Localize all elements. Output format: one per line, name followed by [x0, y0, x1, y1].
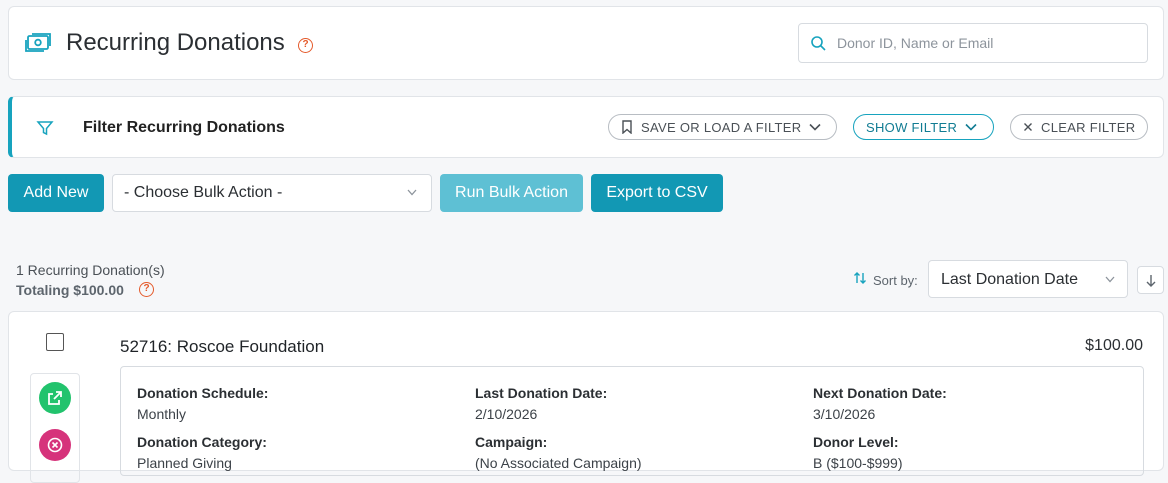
- help-icon[interactable]: ?: [298, 38, 313, 53]
- close-circle-icon: [47, 437, 63, 453]
- field-label: Donor Level:: [813, 434, 899, 450]
- clear-filter-label: CLEAR FILTER: [1041, 119, 1136, 135]
- clear-filter-button[interactable]: CLEAR FILTER: [1010, 114, 1148, 140]
- save-load-filter-button[interactable]: SAVE OR LOAD A FILTER: [608, 114, 837, 140]
- money-icon: [24, 32, 52, 54]
- field-value: Monthly: [137, 406, 187, 422]
- add-new-button[interactable]: Add New: [8, 174, 104, 212]
- cancel-donation-button[interactable]: [39, 429, 71, 461]
- chevron-down-icon: [1105, 276, 1115, 283]
- bulk-action-select[interactable]: - Choose Bulk Action -: [112, 174, 432, 212]
- help-icon[interactable]: ?: [139, 282, 154, 297]
- chevron-down-icon: [965, 123, 977, 131]
- export-csv-button[interactable]: Export to CSV: [591, 174, 723, 212]
- field-value: 3/10/2026: [813, 406, 876, 422]
- bulk-action-selected: - Choose Bulk Action -: [124, 184, 283, 201]
- save-load-filter-label: SAVE OR LOAD A FILTER: [641, 119, 802, 135]
- donation-count: 1 Recurring Donation(s): [16, 262, 165, 278]
- filter-title: Filter Recurring Donations: [83, 119, 285, 136]
- field-label: Last Donation Date:: [475, 385, 608, 401]
- sort-icon: [853, 271, 867, 290]
- search-box[interactable]: [798, 23, 1148, 63]
- field-label: Donation Category:: [137, 434, 267, 450]
- run-bulk-action-button[interactable]: Run Bulk Action: [440, 174, 583, 212]
- close-icon: [1024, 123, 1032, 131]
- external-link-icon: [48, 391, 62, 405]
- sort-selected: Last Donation Date: [941, 271, 1078, 288]
- bookmark-icon: [622, 120, 632, 134]
- filter-bar: Filter Recurring Donations SAVE OR LOAD …: [8, 96, 1164, 158]
- show-filter-button[interactable]: SHOW FILTER: [853, 114, 994, 140]
- field-value: (No Associated Campaign): [475, 455, 642, 471]
- search-icon: [810, 35, 827, 52]
- page-title: Recurring Donations: [66, 29, 285, 56]
- show-filter-label: SHOW FILTER: [866, 119, 958, 135]
- donation-name[interactable]: 52716: Roscoe Foundation: [120, 337, 324, 357]
- arrow-down-icon: [1146, 275, 1156, 287]
- chevron-down-icon: [407, 189, 417, 196]
- donation-amount: $100.00: [1085, 337, 1143, 354]
- filter-icon[interactable]: [36, 119, 54, 137]
- field-label: Campaign:: [475, 434, 548, 450]
- field-label: Next Donation Date:: [813, 385, 947, 401]
- page-header: Recurring Donations ?: [8, 6, 1164, 80]
- select-checkbox[interactable]: [46, 333, 64, 351]
- field-label: Donation Schedule:: [137, 385, 269, 401]
- field-value: B ($100-$999): [813, 455, 903, 471]
- field-value: 2/10/2026: [475, 406, 538, 422]
- sort-direction-button[interactable]: [1137, 266, 1164, 294]
- donation-card: 52716: Roscoe Foundation $100.00 Donatio…: [8, 311, 1164, 483]
- field-value: Planned Giving: [137, 455, 232, 471]
- donation-total: Totaling $100.00: [16, 282, 124, 298]
- search-input[interactable]: [835, 32, 1135, 54]
- sort-select[interactable]: Last Donation Date: [928, 260, 1128, 298]
- edit-button[interactable]: [39, 382, 71, 414]
- row-actions: [30, 373, 80, 483]
- chevron-down-icon: [809, 123, 821, 131]
- sort-label: Sort by:: [873, 273, 918, 288]
